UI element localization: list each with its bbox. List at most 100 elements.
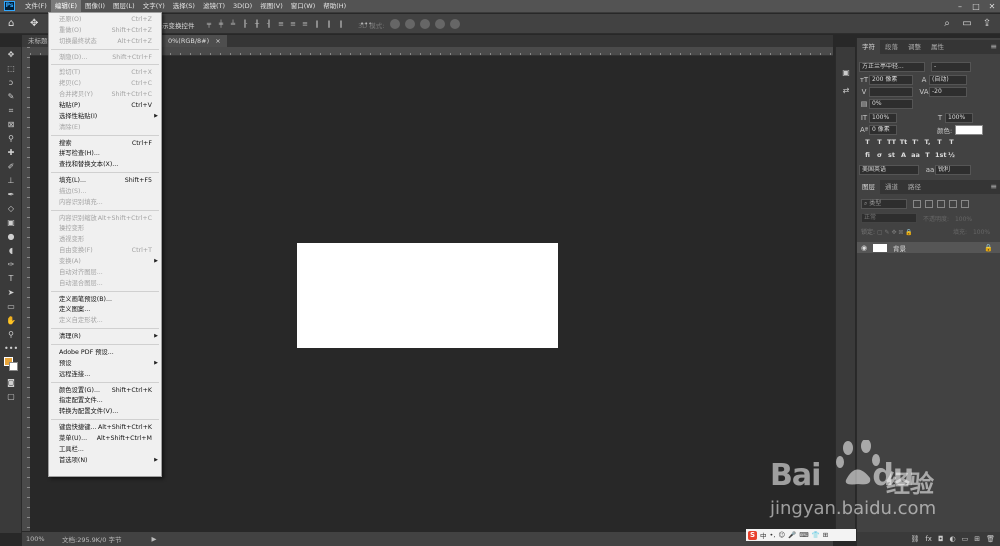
antialias-select[interactable]: 锐利 [935, 164, 971, 175]
menu-1[interactable]: 编辑(E) [50, 0, 81, 13]
tab-adjustments[interactable]: 调整 [903, 40, 926, 54]
align-left-icon[interactable]: ╟ [240, 19, 250, 29]
status-menu-arrow-icon[interactable]: ▶ [151, 535, 156, 543]
edit-menu-item[interactable]: 颜色设置(G)... Shift+Ctrl+K [49, 385, 161, 396]
edit-menu-item[interactable]: 拼写检查(H)... [49, 148, 161, 159]
history-brush-tool-icon[interactable]: ✒ [4, 189, 18, 200]
type-tool-icon[interactable]: T [4, 273, 18, 284]
lasso-tool-icon[interactable]: ↄ [4, 77, 18, 88]
distribute-right-icon[interactable]: ‖ [336, 19, 346, 29]
3d-scale-icon[interactable] [450, 19, 460, 29]
align-hcenter-icon[interactable]: ╫ [252, 19, 262, 29]
underline-button[interactable]: T [935, 138, 944, 146]
hand-tool-icon[interactable]: ✋ [4, 315, 18, 326]
align-top-icon[interactable]: ╤ [204, 19, 214, 29]
link-layers-icon[interactable]: ⛓ [910, 535, 919, 543]
edit-menu-item[interactable]: 定义图案... [49, 304, 161, 315]
zoom-tool-icon[interactable]: ⚲ [4, 329, 18, 340]
vertical-scale-field[interactable]: 100% [869, 112, 897, 123]
workspace-icon[interactable]: ▭ [960, 17, 974, 31]
add-mask-icon[interactable]: ◘ [938, 535, 944, 543]
subscript-button[interactable]: T, [923, 138, 932, 146]
edit-menu-item[interactable]: 首选项(N) ▶ [49, 455, 161, 466]
maximize-button[interactable]: □ [968, 0, 984, 13]
close-tab-icon[interactable]: × [215, 37, 220, 45]
menu-3[interactable]: 图层(L) [109, 0, 139, 13]
show-transform-controls-label[interactable]: 示变换控件 [162, 20, 195, 30]
pen-tool-icon[interactable]: ✑ [4, 259, 18, 270]
ime-keyboard-icon[interactable]: ⌨ [799, 531, 808, 539]
strikethrough-button[interactable]: T [947, 138, 956, 146]
tab-paths[interactable]: 路径 [903, 180, 926, 194]
quick-select-tool-icon[interactable]: ✎ [4, 91, 18, 102]
tab-channels[interactable]: 通道 [880, 180, 903, 194]
dodge-tool-icon[interactable]: ◖ [4, 245, 18, 256]
edit-menu-item[interactable]: 查找和替换文本(X)... [49, 159, 161, 170]
search-icon[interactable]: ⌕ [940, 17, 954, 31]
move-tool-icon[interactable]: ✥ [4, 49, 18, 60]
brush-tool-icon[interactable]: ✐ [4, 161, 18, 172]
distribute-left-icon[interactable]: ‖ [312, 19, 322, 29]
edit-menu-item[interactable]: 定义画笔预设(B)... [49, 294, 161, 305]
lock-icons[interactable]: ▢ ✎ ✥ ⊠ 🔒 [877, 229, 913, 236]
fraction-icon[interactable]: 1st [935, 151, 947, 159]
panel-menu-icon[interactable]: ≡ [990, 42, 997, 51]
tab-properties[interactable]: 属性 [926, 40, 949, 54]
layer-filter-kind[interactable]: ⌕ 类型 [861, 199, 907, 209]
edit-menu-item[interactable]: Adobe PDF 预设... [49, 347, 161, 358]
font-style-select[interactable]: - [931, 61, 971, 72]
font-family-select[interactable]: 方正兰亭中轻... [859, 61, 925, 72]
menu-5[interactable]: 选择(S) [169, 0, 199, 13]
stylistic-icon[interactable]: st [887, 151, 896, 159]
ornament-icon[interactable]: σ [875, 151, 884, 159]
move-tool-icon[interactable]: ✥ [30, 18, 38, 30]
leading-field[interactable]: (自动) [929, 74, 967, 85]
layer-name[interactable]: 背景 [893, 243, 906, 253]
document-canvas[interactable] [297, 243, 558, 348]
edit-menu-item[interactable]: 远程连接... [49, 369, 161, 380]
menu-2[interactable]: 图像(I) [81, 0, 109, 13]
faux-bold-button[interactable]: T [863, 138, 872, 146]
ime-mode[interactable]: 中 [760, 530, 767, 540]
photoshop-logo-icon[interactable]: Ps [4, 1, 15, 11]
swash-icon[interactable]: A [899, 151, 908, 159]
horizontal-scale-field[interactable]: 100% [945, 112, 973, 123]
font-size-field[interactable]: 200 像素 [869, 74, 913, 85]
layer-lock-icon[interactable]: 🔒 [984, 244, 993, 252]
rectangle-tool-icon[interactable]: ▭ [4, 301, 18, 312]
swatches-panel-icon[interactable]: ⇄ [840, 85, 852, 97]
fraction2-icon[interactable]: ½ [947, 151, 956, 159]
edit-menu-item[interactable]: 预设 ▶ [49, 358, 161, 369]
screen-mode-icon[interactable]: ▢ [4, 391, 18, 402]
frame-tool-icon[interactable]: ⊠ [4, 119, 18, 130]
3d-roll-icon[interactable] [405, 19, 415, 29]
ime-tools-icon[interactable]: ⊞ [823, 531, 828, 539]
filter-type-icon[interactable] [937, 200, 945, 208]
language-select[interactable]: 美国英语 [859, 164, 919, 175]
titling-icon[interactable]: aa [911, 151, 920, 159]
align-bottom-icon[interactable]: ╧ [228, 19, 238, 29]
healing-brush-tool-icon[interactable]: ✚ [4, 147, 18, 158]
gradient-tool-icon[interactable]: ▣ [4, 217, 18, 228]
edit-toolbar-icon[interactable]: ••• [4, 343, 18, 354]
ordinal-icon[interactable]: T [923, 151, 932, 159]
ime-skin-icon[interactable]: 👕 [812, 531, 820, 539]
edit-menu-item[interactable]: 转换为配置文件(V)... [49, 406, 161, 417]
background-color-swatch[interactable] [9, 362, 18, 371]
filter-pixel-icon[interactable] [913, 200, 921, 208]
path-select-tool-icon[interactable]: ➤ [4, 287, 18, 298]
menu-10[interactable]: 帮助(H) [319, 0, 350, 13]
baseline-shift-field[interactable]: 0 像素 [869, 124, 897, 135]
menu-9[interactable]: 窗口(W) [287, 0, 320, 13]
tab-paragraph[interactable]: 段落 [880, 40, 903, 54]
3d-slide-icon[interactable] [435, 19, 445, 29]
edit-menu-item[interactable]: 工具栏... [49, 444, 161, 455]
layer-style-icon[interactable]: fx [925, 535, 932, 543]
fill-control[interactable]: 填充: 100% [953, 227, 990, 236]
history-panel-icon[interactable]: ▣ [840, 67, 852, 79]
small-caps-button[interactable]: Tt [899, 138, 908, 146]
edit-menu-item[interactable]: 清理(R) ▶ [49, 331, 161, 342]
edit-menu-item[interactable]: 指定配置文件... [49, 395, 161, 406]
opacity-control[interactable]: 不透明度: 100% [923, 214, 972, 223]
document-tab-active[interactable]: 0%(RGB/8#) × [162, 35, 227, 47]
